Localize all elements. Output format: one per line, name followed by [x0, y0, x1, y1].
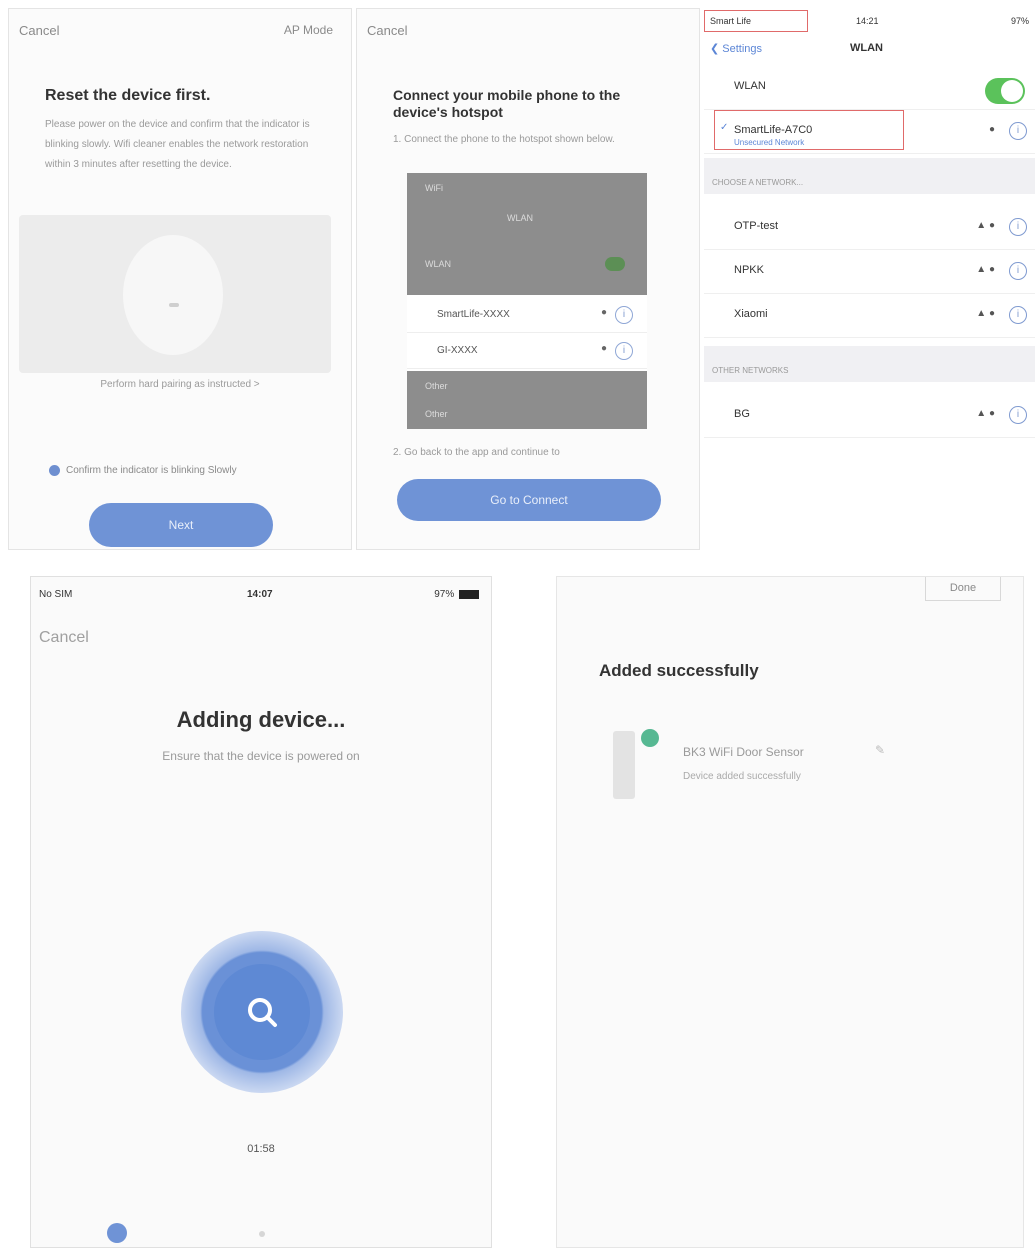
section-header: OTHER NETWORKS — [704, 346, 1035, 382]
reset-device-screen: Cancel AP Mode Reset the device first. P… — [8, 8, 352, 550]
ios-wlan-settings-screen: Smart Life 14:21 97% ❮ Settings WLAN WLA… — [704, 8, 1035, 440]
go-to-connect-button[interactable]: Go to Connect — [397, 479, 661, 521]
page-title: Added successfully — [599, 661, 759, 680]
list-item: SmartLife-XXXX ● i — [407, 297, 647, 333]
screenshot-wlan-label: WLAN — [425, 259, 452, 269]
other-networks-area: Other Other — [407, 371, 647, 429]
battery-text: 97% — [434, 589, 455, 600]
cancel-button[interactable]: Cancel — [367, 23, 407, 38]
step-indicator-inactive — [259, 1231, 265, 1237]
screenshot-status-text: WiFi — [425, 183, 443, 193]
instructions-text: Please power on the device and confirm t… — [45, 119, 310, 170]
network-name: NPKK — [734, 264, 764, 276]
indicator-light — [169, 303, 179, 307]
lock-wifi-icon: ▲ ● — [976, 220, 995, 231]
info-icon[interactable]: i — [1009, 406, 1027, 424]
scan-core — [214, 964, 310, 1060]
wifi-icon: ● — [600, 343, 607, 354]
info-icon[interactable]: i — [1009, 262, 1027, 280]
network-name: OTP-test — [734, 220, 779, 232]
list-item: GI-XXXX ● i — [407, 333, 647, 369]
info-icon: i — [615, 306, 633, 324]
clock-text: 14:07 — [247, 589, 273, 600]
chevron-left-icon: ❮ — [710, 43, 720, 55]
confirm-checkbox[interactable]: Confirm the indicator is blinking Slowly — [49, 465, 237, 476]
hard-pairing-link[interactable]: Perform hard pairing as instructed > — [9, 379, 351, 390]
clock-text: 14:21 — [856, 16, 879, 26]
highlight-box — [714, 110, 904, 150]
wifi-icon: ● — [988, 124, 995, 135]
info-icon[interactable]: i — [1009, 122, 1027, 140]
cancel-button[interactable]: Cancel — [39, 629, 89, 647]
network-row[interactable]: Xiaomi ▲ ● i — [704, 294, 1035, 338]
added-successfully-screen: Done Added successfully BK3 WiFi Door Se… — [556, 576, 1024, 1248]
next-button[interactable]: Next — [89, 503, 273, 547]
wifi-icon: ● — [600, 307, 607, 318]
connect-hotspot-screen: Cancel Connect your mobile phone to the … — [356, 8, 700, 550]
wlan-header-area: WiFi WLAN WLAN — [407, 173, 647, 295]
screenshot-title: WLAN — [507, 213, 534, 223]
step-indicator-active — [107, 1223, 127, 1243]
battery-status: 97% — [434, 589, 479, 600]
device-name: BK3 WiFi Door Sensor — [683, 745, 804, 759]
ap-mode-button[interactable]: AP Mode — [284, 23, 333, 37]
wlan-toggle[interactable] — [985, 78, 1025, 104]
back-label: Settings — [722, 43, 763, 55]
search-icon — [248, 998, 277, 1027]
step-one-text: 1. Connect the phone to the hotspot show… — [393, 134, 615, 145]
screenshot-other-label: Other — [425, 409, 448, 419]
screenshot-other-label: Other — [425, 381, 448, 391]
section-header: CHOOSE A NETWORK... — [704, 158, 1035, 194]
network-name: SmartLife-XXXX — [437, 309, 510, 320]
toggle-icon — [605, 257, 625, 271]
device-status: Device added successfully — [683, 771, 801, 782]
success-dot-icon — [641, 729, 659, 747]
lock-wifi-icon: ▲ ● — [976, 264, 995, 275]
battery-text: 97% — [1010, 16, 1029, 26]
subtitle-text: Ensure that the device is powered on — [162, 749, 360, 763]
device-card[interactable]: BK3 WiFi Door Sensor ✎ Device added succ… — [613, 723, 943, 799]
network-name: GI-XXXX — [437, 345, 478, 356]
back-settings-button[interactable]: ❮ Settings — [710, 42, 762, 55]
hotspot-instruction-image: WiFi WLAN WLAN SmartLife-XXXX ● i GI-XXX… — [407, 173, 647, 429]
edit-pencil-icon[interactable]: ✎ — [875, 743, 885, 757]
lock-wifi-icon: ▲ ● — [976, 408, 995, 419]
page-title: Adding device... — [176, 707, 346, 732]
device-illustration — [19, 215, 331, 373]
battery-icon — [459, 589, 479, 599]
confirm-label: Confirm the indicator is blinking Slowly — [66, 465, 237, 476]
section-label: OTHER NETWORKS — [712, 366, 789, 375]
section-label: CHOOSE A NETWORK... — [712, 178, 804, 187]
network-name: BG — [734, 408, 750, 420]
network-row[interactable]: OTP-test ▲ ● i — [704, 206, 1035, 250]
done-button[interactable]: Done — [925, 577, 1001, 601]
info-icon[interactable]: i — [1009, 218, 1027, 236]
device-thumbnail — [613, 731, 635, 799]
page-title: Connect your mobile phone to the device'… — [393, 87, 621, 120]
step-two-text: 2. Go back to the app and continue to — [393, 447, 560, 458]
lock-wifi-icon: ▲ ● — [976, 308, 995, 319]
radio-checked-icon — [49, 465, 60, 476]
page-title: WLAN — [850, 42, 883, 54]
carrier-text: Smart Life — [710, 16, 752, 26]
adding-device-screen: No SIM 14:07 97% Cancel Adding device...… — [30, 576, 492, 1248]
info-icon[interactable]: i — [1009, 306, 1027, 324]
countdown-timer: 01:58 — [247, 1143, 275, 1155]
info-icon: i — [615, 342, 633, 360]
network-row[interactable]: NPKK ▲ ● i — [704, 250, 1035, 294]
cancel-button[interactable]: Cancel — [19, 23, 59, 38]
device-image — [123, 235, 223, 355]
network-name: Xiaomi — [734, 308, 768, 320]
carrier-text: No SIM — [39, 589, 73, 600]
network-row[interactable]: BG ▲ ● i — [704, 394, 1035, 438]
scanning-animation — [181, 931, 343, 1093]
page-title: Reset the device first. — [45, 87, 211, 104]
wlan-label: WLAN — [734, 80, 766, 92]
